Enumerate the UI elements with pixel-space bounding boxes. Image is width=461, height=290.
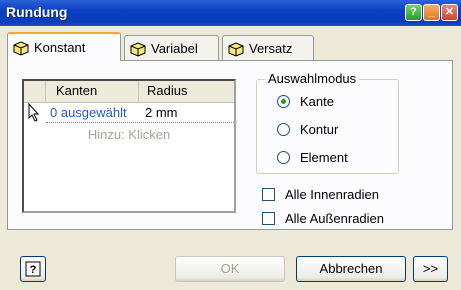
checkbox-box[interactable] <box>262 188 275 201</box>
radio-button[interactable] <box>277 123 290 136</box>
close-icon[interactable]: ✕ <box>441 4 458 21</box>
tab-label: Variabel <box>151 41 198 56</box>
row-divider <box>46 122 234 123</box>
fillet-dialog: Rundung ? _ ✕ Konstant Variabel Versatz … <box>0 0 461 290</box>
selector-column-header <box>24 81 46 103</box>
help-icon: ? <box>25 261 41 277</box>
ok-button[interactable]: OK <box>175 256 285 282</box>
tab-versatz[interactable]: Versatz <box>222 35 314 61</box>
radio-element[interactable]: Element <box>277 150 348 165</box>
radio-button[interactable] <box>277 151 290 164</box>
checkbox-box[interactable] <box>262 212 275 225</box>
radio-label: Kontur <box>300 122 339 137</box>
all-inner-radii-checkbox[interactable]: Alle Innenradien <box>262 187 379 202</box>
tab-konstant[interactable]: Konstant <box>7 32 121 61</box>
help-title-icon[interactable]: ? <box>405 4 422 21</box>
group-label: Auswahlmodus <box>265 71 360 86</box>
checkbox-label: Alle Außenradien <box>285 211 385 226</box>
cube-icon <box>228 41 244 57</box>
title-bar[interactable]: Rundung ? _ ✕ <box>0 0 461 26</box>
cube-icon <box>13 40 29 56</box>
checkbox-label: Alle Innenradien <box>285 187 379 202</box>
cube-icon <box>130 41 146 57</box>
window-title: Rundung <box>6 4 68 20</box>
radio-kante[interactable]: Kante <box>277 94 334 109</box>
radio-label: Kante <box>300 94 334 109</box>
help-button[interactable]: ? <box>20 256 46 282</box>
svg-text:?: ? <box>30 264 37 276</box>
column-header-kanten[interactable]: Kanten <box>46 81 139 103</box>
tab-variabel[interactable]: Variabel <box>124 35 219 61</box>
cancel-button[interactable]: Abbrechen <box>296 256 406 282</box>
tab-label: Konstant <box>34 40 86 55</box>
minimize-icon[interactable]: _ <box>423 4 440 21</box>
radio-kontur[interactable]: Kontur <box>277 122 338 137</box>
column-header-radius[interactable]: Radius <box>139 81 234 103</box>
edges-selected-cell[interactable]: 0 ausgewählt <box>50 105 127 120</box>
table-row[interactable]: 0 ausgewählt 2 mm <box>24 103 234 123</box>
selection-mode-group: Auswahlmodus Kante Kontur Element <box>256 71 399 174</box>
edge-table[interactable]: Kanten Radius 0 ausgewählt 2 mm Hinzu: K… <box>22 79 236 213</box>
row-selector[interactable] <box>24 103 46 123</box>
table-header: Kanten Radius <box>24 81 234 103</box>
cursor-arrow-icon <box>28 103 40 122</box>
tab-label: Versatz <box>249 41 293 56</box>
add-row-hint[interactable]: Hinzu: Klicken <box>24 127 234 142</box>
more-options-button[interactable]: >> <box>413 256 448 282</box>
radio-label: Element <box>300 150 348 165</box>
radius-cell[interactable]: 2 mm <box>145 105 178 120</box>
all-outer-radii-checkbox[interactable]: Alle Außenradien <box>262 211 384 226</box>
radio-button[interactable] <box>277 95 290 108</box>
